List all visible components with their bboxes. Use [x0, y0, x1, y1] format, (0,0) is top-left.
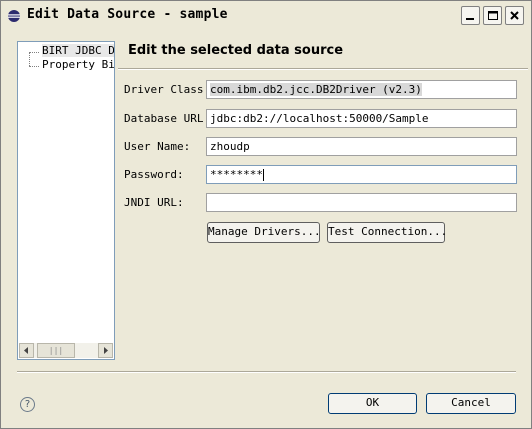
eclipse-icon [8, 10, 20, 22]
window-title: Edit Data Source - sample [27, 7, 228, 22]
jndi-url-label: JNDI URL: [124, 196, 184, 209]
arrow-left-icon [24, 347, 28, 354]
jndi-url-field[interactable] [206, 193, 517, 212]
page-heading: Edit the selected data source [128, 43, 344, 58]
tree-item-label: BIRT JDBC Da [42, 44, 114, 57]
scroll-right-button[interactable] [98, 343, 113, 358]
title-bar[interactable]: Edit Data Source - sample [1, 1, 531, 31]
tree-item-label: Property Bin [42, 58, 115, 71]
minimize-button[interactable] [461, 6, 480, 25]
database-url-value: jdbc:db2://localhost:50000/Sample [210, 112, 429, 125]
password-label: Password: [124, 168, 184, 181]
maximize-button[interactable] [483, 6, 502, 25]
close-icon [510, 11, 519, 20]
page-tree[interactable]: BIRT JDBC Da Property Bin ||| [17, 41, 115, 360]
scroll-left-button[interactable] [19, 343, 34, 358]
manage-drivers-button[interactable]: Manage Drivers... [207, 222, 321, 243]
tree-item-birt-jdbc[interactable]: BIRT JDBC Da [24, 44, 114, 57]
user-name-field[interactable]: zhoudp [206, 137, 517, 156]
password-field[interactable]: ******** [206, 165, 517, 184]
user-name-label: User Name: [124, 140, 191, 153]
driver-class-label: Driver Class: [124, 83, 211, 96]
footer-divider [17, 371, 516, 373]
text-caret [262, 169, 264, 181]
close-button[interactable] [505, 6, 524, 25]
driver-class-field[interactable]: com.ibm.db2.jcc.DB2Driver (v2.3) [206, 80, 517, 99]
cancel-button[interactable]: Cancel [426, 393, 516, 414]
ok-button[interactable]: OK [328, 393, 417, 414]
minimize-icon [466, 18, 474, 20]
password-value: ******** [210, 168, 263, 181]
arrow-right-icon [104, 347, 108, 354]
database-url-field[interactable]: jdbc:db2://localhost:50000/Sample [206, 109, 517, 128]
header-divider [118, 68, 528, 70]
horizontal-scrollbar[interactable]: ||| [19, 343, 113, 358]
scroll-thumb[interactable]: ||| [37, 343, 75, 358]
driver-class-value: com.ibm.db2.jcc.DB2Driver (v2.3) [210, 83, 422, 96]
tree-item-property-binding[interactable]: Property Bin [24, 58, 114, 71]
maximize-icon [488, 11, 498, 20]
dialog-window: Edit Data Source - sample BIRT JDBC Da P… [0, 0, 532, 429]
user-name-value: zhoudp [210, 140, 250, 153]
help-icon[interactable]: ? [20, 397, 35, 412]
database-url-label: Database URL: [124, 112, 211, 125]
test-connection-button[interactable]: Test Connection... [327, 222, 447, 243]
